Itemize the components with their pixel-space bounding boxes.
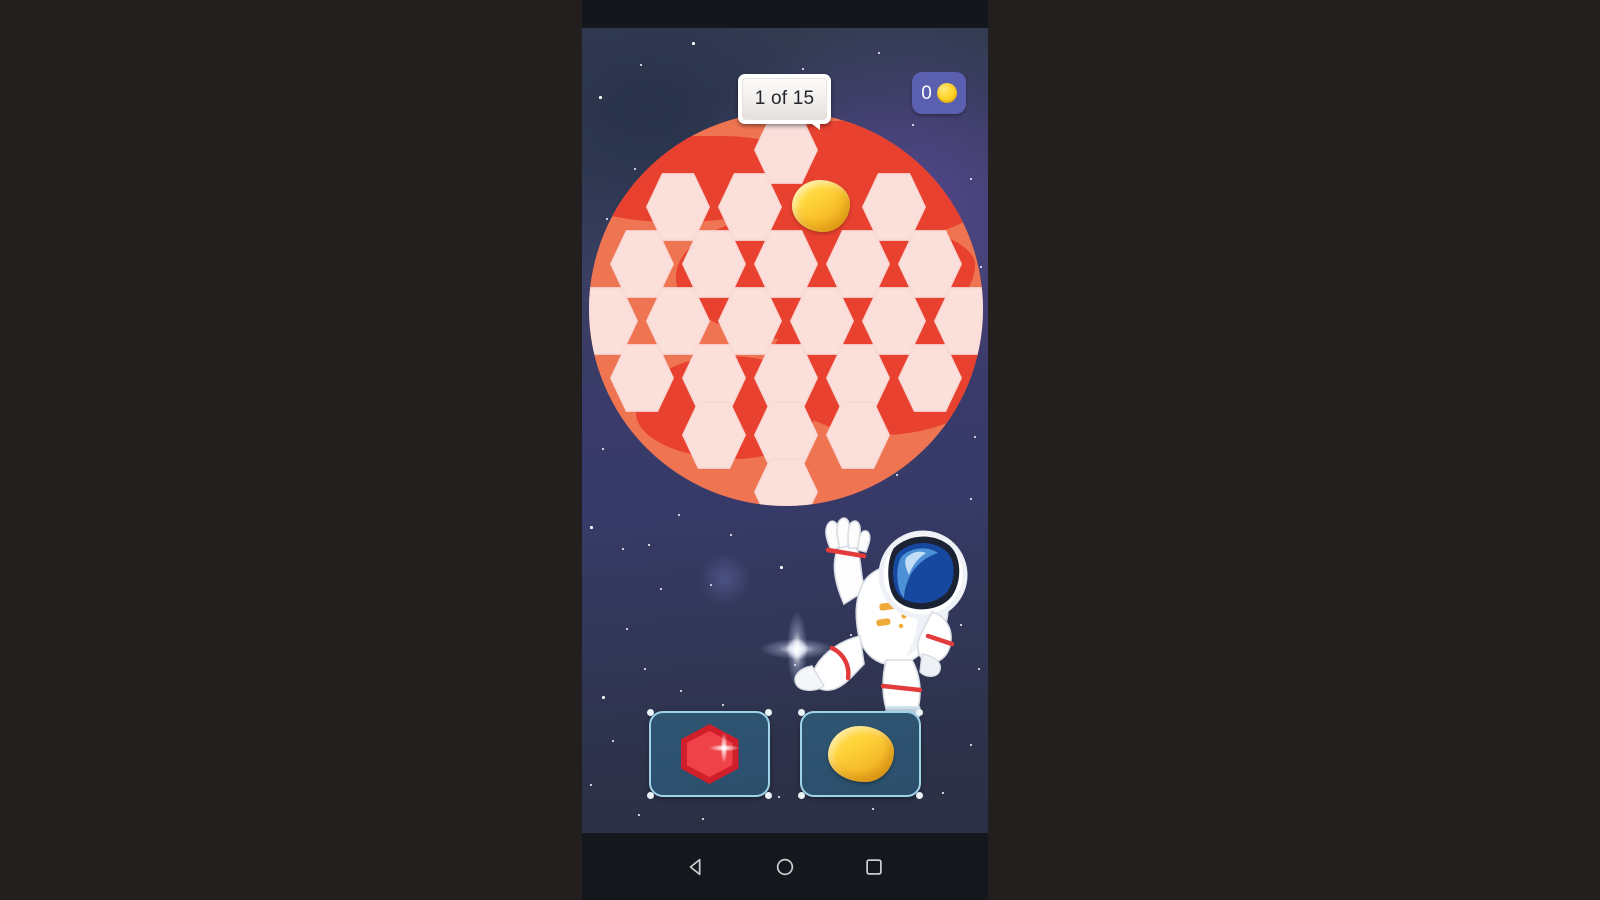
- hexagon-grid: [589, 112, 983, 506]
- status-bar: [582, 0, 988, 28]
- slot-pin: [798, 792, 805, 799]
- item-tray: [582, 709, 988, 799]
- star: [590, 526, 593, 529]
- back-triangle-icon[interactable]: [681, 852, 711, 882]
- star: [638, 814, 641, 817]
- tray-slot-gold-nugget[interactable]: [798, 709, 923, 799]
- star: [602, 696, 605, 699]
- phone-screen: 1 of 15 0: [582, 0, 988, 900]
- slot-pin: [647, 792, 654, 799]
- slot-pin: [765, 792, 772, 799]
- star: [680, 690, 682, 692]
- coin-count-label: 0: [921, 82, 932, 104]
- gold-nugget-icon: [827, 726, 894, 782]
- star: [678, 514, 681, 517]
- star: [872, 808, 875, 811]
- home-circle-icon[interactable]: [770, 852, 800, 882]
- coin-counter[interactable]: 0: [912, 72, 966, 114]
- mars-planet: [589, 112, 983, 506]
- gold-nugget-icon: [792, 180, 850, 232]
- game-stage: 1 of 15 0: [582, 28, 988, 833]
- hex-cell[interactable]: [826, 401, 890, 469]
- slot-pin: [647, 709, 654, 716]
- star: [599, 96, 602, 99]
- star: [622, 548, 625, 551]
- recents-square-icon[interactable]: [859, 852, 889, 882]
- star: [692, 42, 695, 45]
- star: [878, 52, 881, 55]
- star: [730, 534, 733, 537]
- star: [644, 668, 647, 671]
- hex-cell[interactable]: [754, 458, 818, 506]
- slot-pin: [798, 709, 805, 716]
- level-indicator: 1 of 15: [738, 74, 831, 130]
- nebula-glow: [698, 552, 752, 606]
- slot-pin: [916, 792, 923, 799]
- star: [640, 64, 643, 67]
- tray-slot-red-gem[interactable]: [647, 709, 772, 799]
- star: [978, 668, 981, 671]
- android-navigation-bar: [582, 833, 988, 900]
- level-indicator-label: 1 of 15: [742, 78, 827, 120]
- hex-cell[interactable]: [682, 401, 746, 469]
- star: [660, 588, 662, 590]
- star: [626, 628, 629, 631]
- red-hexagon-gem-icon: [680, 724, 739, 784]
- slot-pin: [916, 709, 923, 716]
- gold-coin-icon: [936, 83, 957, 103]
- astronaut: [782, 508, 972, 720]
- star: [702, 818, 704, 820]
- star: [648, 544, 650, 546]
- star: [722, 704, 725, 707]
- star: [802, 68, 805, 71]
- slot-pin: [765, 709, 772, 716]
